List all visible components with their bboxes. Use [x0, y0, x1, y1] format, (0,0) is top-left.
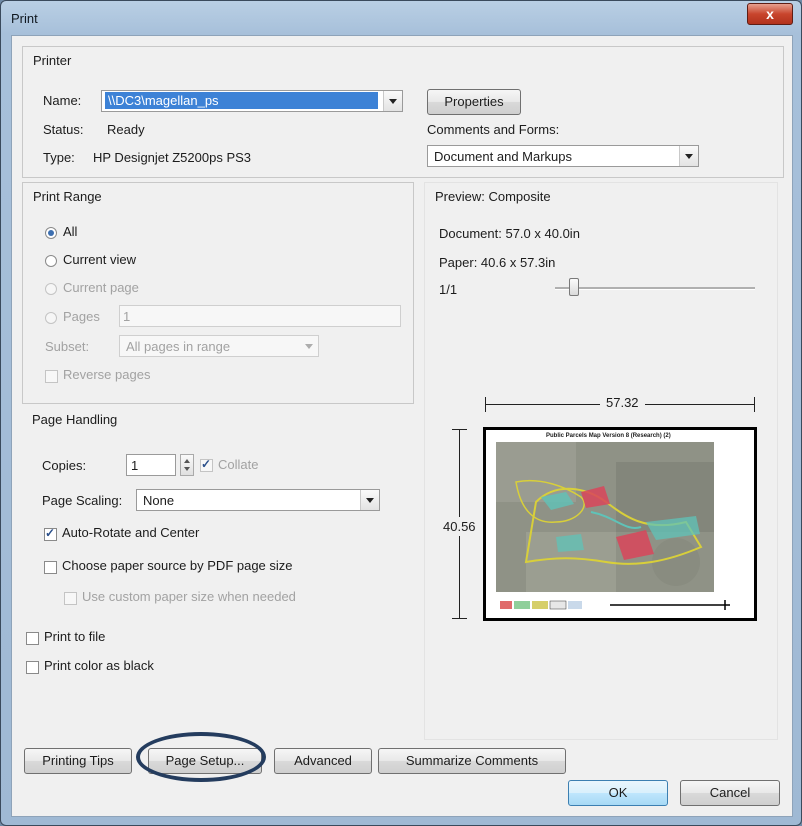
chevron-down-icon: [383, 91, 402, 111]
spin-down-icon: [184, 467, 190, 471]
print-range-title: Print Range: [33, 189, 102, 204]
reverse-pages-checkbox[interactable]: [45, 370, 58, 383]
comments-forms-dropdown[interactable]: Document and Markups: [427, 145, 699, 167]
custom-paper-label[interactable]: Use custom paper size when needed: [82, 589, 296, 604]
chevron-down-icon: [679, 146, 698, 166]
title-bar[interactable]: Print x: [1, 1, 801, 35]
copies-value: 1: [131, 458, 139, 473]
page-scaling-dropdown[interactable]: None: [136, 489, 380, 511]
page-slider-thumb[interactable]: [569, 278, 579, 296]
auto-rotate-checkbox[interactable]: [44, 526, 57, 541]
page-handling-title: Page Handling: [32, 412, 118, 427]
auto-rotate-label[interactable]: Auto-Rotate and Center: [62, 525, 199, 540]
name-label: Name:: [43, 93, 82, 108]
close-button[interactable]: x: [747, 3, 793, 25]
color-as-black-label[interactable]: Print color as black: [44, 658, 154, 673]
radio-pages-label[interactable]: Pages: [63, 309, 100, 324]
status-value: Ready: [107, 122, 145, 137]
printer-name-dropdown[interactable]: \\DC3\magellan_ps: [101, 90, 403, 112]
printer-name-value: \\DC3\magellan_ps: [105, 92, 378, 109]
printer-group: Printer Name: \\DC3\magellan_ps Properti…: [22, 46, 784, 178]
subset-value: All pages in range: [126, 339, 231, 354]
map-scale-bar: [500, 600, 730, 610]
radio-all-label[interactable]: All: [63, 224, 77, 239]
summarize-comments-button[interactable]: Summarize Comments: [378, 748, 566, 774]
aerial-map-image: [496, 442, 714, 592]
window-title: Print: [11, 11, 38, 26]
dialog-body: Printer Name: \\DC3\magellan_ps Properti…: [11, 35, 793, 817]
subset-label: Subset:: [45, 339, 90, 354]
radio-current-view-label[interactable]: Current view: [63, 252, 136, 267]
preview-title: Preview: Composite: [435, 189, 551, 204]
chevron-down-icon: [360, 490, 379, 510]
status-label: Status:: [43, 122, 84, 137]
subset-dropdown[interactable]: All pages in range: [119, 335, 319, 357]
chevron-down-icon: [300, 336, 318, 356]
reverse-pages-label[interactable]: Reverse pages: [63, 367, 150, 382]
pages-input-value: 1: [123, 309, 131, 324]
pages-input[interactable]: 1: [119, 305, 401, 327]
type-value: HP Designjet Z5200ps PS3: [93, 150, 252, 165]
radio-current-page-label[interactable]: Current page: [63, 280, 139, 295]
copies-label: Copies:: [42, 458, 87, 473]
copies-spinner[interactable]: [180, 454, 194, 476]
spin-up-icon: [184, 459, 190, 463]
properties-button[interactable]: Properties: [427, 89, 521, 115]
comments-forms-value: Document and Markups: [434, 149, 573, 164]
height-dimension-tick-bottom: [452, 618, 467, 619]
width-dimension-tick-right: [754, 397, 755, 412]
width-dimension-tick-left: [485, 397, 486, 412]
ok-button[interactable]: OK: [568, 780, 668, 806]
document-size: Document: 57.0 x 40.0in: [439, 226, 580, 241]
radio-current-view[interactable]: [45, 255, 57, 267]
print-to-file-checkbox[interactable]: [26, 632, 39, 645]
page-scaling-label: Page Scaling:: [42, 493, 123, 508]
paper-source-checkbox[interactable]: [44, 561, 57, 574]
height-dimension-tick-top: [452, 429, 467, 430]
page-scaling-value: None: [143, 493, 175, 508]
custom-paper-checkbox[interactable]: [64, 592, 77, 605]
paper-source-label[interactable]: Choose paper source by PDF page size: [62, 558, 293, 573]
color-as-black-checkbox[interactable]: [26, 661, 39, 674]
page-setup-button[interactable]: Page Setup...: [148, 748, 262, 774]
thumbnail-map-title: Public Parcels Map Version 8 (Research) …: [546, 433, 671, 439]
print-range-group: Print Range All Current view Current pag…: [22, 182, 414, 404]
radio-all[interactable]: [45, 227, 57, 239]
printing-tips-button[interactable]: Printing Tips: [24, 748, 132, 774]
width-dimension-label: 57.32: [600, 395, 645, 410]
height-dimension-label: 40.56: [443, 517, 476, 536]
radio-pages[interactable]: [45, 312, 57, 324]
print-dialog: Print x Printer Name: \\DC3\magellan_ps …: [0, 0, 802, 826]
cancel-button[interactable]: Cancel: [680, 780, 780, 806]
comments-forms-label: Comments and Forms:: [427, 122, 560, 137]
collate-label[interactable]: Collate: [218, 457, 258, 472]
page-preview-thumbnail: Public Parcels Map Version 8 (Research) …: [483, 427, 757, 621]
printer-group-title: Printer: [33, 53, 72, 68]
type-label: Type:: [43, 150, 75, 165]
radio-current-page[interactable]: [45, 283, 57, 295]
preview-group: Preview: Composite Document: 57.0 x 40.0…: [424, 182, 778, 740]
copies-input[interactable]: 1: [126, 454, 176, 476]
advanced-button[interactable]: Advanced: [274, 748, 372, 774]
page-indicator: 1/1: [439, 282, 458, 297]
collate-checkbox[interactable]: [200, 457, 213, 472]
print-to-file-label[interactable]: Print to file: [44, 629, 105, 644]
page-slider-track[interactable]: [555, 287, 755, 290]
page-handling-group: Page Handling Copies: 1 Collate Page Sca…: [22, 406, 412, 618]
close-icon: x: [766, 6, 774, 22]
paper-size: Paper: 40.6 x 57.3in: [439, 255, 556, 270]
